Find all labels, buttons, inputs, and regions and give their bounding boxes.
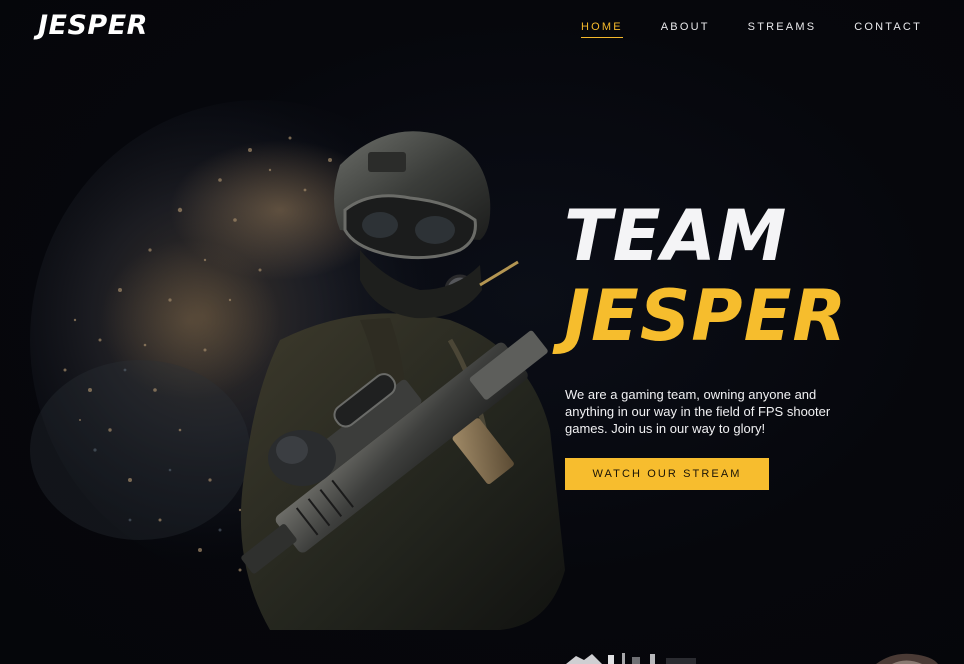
nav-item-home[interactable]: HOME xyxy=(580,20,623,38)
brand-logo[interactable]: JESPER xyxy=(38,8,148,44)
nav-item-contact[interactable]: CONTACT xyxy=(854,20,922,38)
hero-title-line-1: TEAM xyxy=(564,195,788,277)
hero-title-line-2: JESPER xyxy=(564,275,848,357)
next-section-image-left xyxy=(566,653,696,664)
nav-item-streams[interactable]: STREAMS xyxy=(748,20,817,38)
next-section-image-right xyxy=(876,653,938,664)
soldier-hero-image xyxy=(30,100,565,630)
watch-stream-button[interactable]: WATCH OUR STREAM xyxy=(565,458,769,490)
main-nav: HOME ABOUT STREAMS CONTACT xyxy=(543,20,922,38)
hero-title: TEAM JESPER xyxy=(564,196,847,356)
landing-page: JESPER HOME ABOUT STREAMS CONTACT TEAM J… xyxy=(0,0,964,664)
nav-item-about[interactable]: ABOUT xyxy=(661,20,710,38)
hero-description: We are a gaming team, owning anyone and … xyxy=(565,387,831,436)
